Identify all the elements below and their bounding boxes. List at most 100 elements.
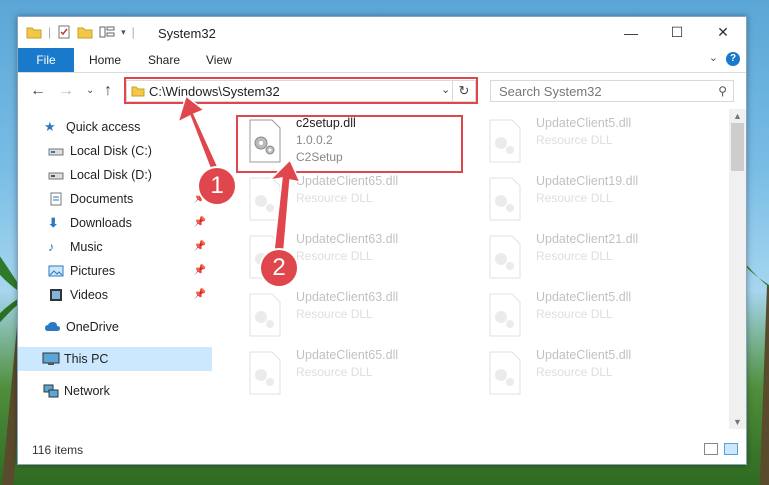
file-name: UpdateClient63.dll <box>296 232 399 246</box>
file-name: UpdateClient5.dll <box>536 290 632 304</box>
file-item[interactable]: UpdateClient5.dll Resource DLL <box>478 345 708 407</box>
pin-icon[interactable]: 📌 <box>194 265 206 276</box>
folder-icon[interactable] <box>26 25 42 39</box>
pin-icon[interactable]: 📌 <box>194 241 206 252</box>
sidebar-item-label: Network <box>64 384 110 398</box>
ribbon-tabs: File Home Share View ⌄ ? <box>18 48 746 73</box>
file-description: Resource DLL <box>296 249 373 263</box>
sidebar-item-local-disk-c[interactable]: Local Disk (C:) <box>18 139 212 163</box>
file-item[interactable]: UpdateClient21.dll Resource DLL <box>478 229 708 291</box>
dll-file-icon <box>489 235 521 279</box>
computer-icon <box>42 352 60 366</box>
download-icon: ⬇ <box>48 216 59 230</box>
tab-file[interactable]: File <box>18 48 74 72</box>
tab-view[interactable]: View <box>206 48 232 72</box>
new-folder-icon[interactable] <box>77 25 93 39</box>
sidebar-item-label: Quick access <box>66 120 141 134</box>
dll-file-icon <box>489 293 521 337</box>
address-bar-highlight <box>124 77 478 104</box>
scrollbar-thumb[interactable] <box>731 123 744 171</box>
window-title: System32 <box>158 26 216 41</box>
dll-file-icon <box>489 351 521 395</box>
file-name: UpdateClient5.dll <box>536 348 632 362</box>
dll-file-icon <box>489 177 521 221</box>
item-count: 116 items <box>32 443 84 457</box>
file-name: UpdateClient19.dll <box>536 174 639 188</box>
file-item[interactable]: UpdateClient65.dll Resource DLL <box>238 171 468 233</box>
tab-share[interactable]: Share <box>148 48 180 72</box>
close-button[interactable]: ✕ <box>700 17 746 48</box>
network-icon <box>42 384 59 398</box>
search-placeholder: Search System32 <box>499 84 602 99</box>
drive-icon <box>48 144 64 158</box>
help-button[interactable]: ? <box>726 52 740 66</box>
cloud-icon <box>44 320 60 334</box>
file-item[interactable]: UpdateClient5.dll Resource DLL <box>478 287 708 349</box>
recent-locations-icon[interactable]: ⌄ <box>86 85 94 96</box>
sidebar-item-label: Videos <box>70 288 108 302</box>
sidebar-item-documents[interactable]: Documents 📌 <box>18 187 212 211</box>
file-name: UpdateClient21.dll <box>536 232 639 246</box>
sidebar-item-label: Downloads <box>70 216 132 230</box>
star-icon: ★ <box>44 119 56 134</box>
sidebar-item-quick-access[interactable]: ★ Quick access <box>18 115 212 139</box>
scroll-down-icon[interactable]: ▼ <box>733 417 742 427</box>
search-input[interactable]: Search System32 ⚲ <box>490 80 734 102</box>
properties-icon[interactable] <box>57 25 71 39</box>
sidebar-item-this-pc[interactable]: This PC <box>18 347 212 371</box>
scroll-up-icon[interactable]: ▲ <box>733 111 742 121</box>
step-1-badge: 1 <box>197 166 237 206</box>
step-2-badge: 2 <box>259 248 299 288</box>
file-name: UpdateClient65.dll <box>296 174 399 188</box>
file-item[interactable]: UpdateClient65.dll Resource DLL <box>238 345 468 407</box>
dll-file-icon <box>249 351 281 395</box>
forward-arrow-icon[interactable]: → <box>58 82 74 100</box>
file-description: Resource DLL <box>296 365 373 379</box>
vertical-scrollbar[interactable]: ▲ ▼ <box>729 109 746 429</box>
dll-file-icon <box>249 177 281 221</box>
pin-icon[interactable]: 📌 <box>194 289 206 300</box>
maximize-button[interactable]: ☐ <box>654 17 700 48</box>
file-item[interactable]: UpdateClient19.dll Resource DLL <box>478 171 708 233</box>
file-item[interactable]: UpdateClient5.dll Resource DLL <box>478 113 708 175</box>
file-description: Resource DLL <box>536 249 613 263</box>
details-view-icon[interactable] <box>704 443 718 455</box>
layout-icon[interactable] <box>99 25 115 39</box>
file-name: UpdateClient5.dll <box>536 116 632 130</box>
quick-access-toolbar: | ▾ | <box>26 25 135 39</box>
sidebar-item-local-disk-d[interactable]: Local Disk (D:) <box>18 163 212 187</box>
pin-icon[interactable]: 📌 <box>194 217 206 228</box>
sidebar-item-label: Pictures <box>70 264 116 278</box>
status-bar: 116 items <box>18 434 746 464</box>
sidebar-item-downloads[interactable]: ⬇ Downloads 📌 <box>18 211 212 235</box>
file-highlight <box>236 115 463 173</box>
minimize-button[interactable]: — <box>608 17 654 48</box>
back-arrow-icon[interactable]: ← <box>30 82 46 100</box>
documents-icon <box>48 192 64 206</box>
videos-icon <box>48 288 64 302</box>
file-description: Resource DLL <box>296 307 373 321</box>
file-name: UpdateClient63.dll <box>296 290 399 304</box>
sidebar-item-label: Documents <box>70 192 134 206</box>
sidebar-item-label: Local Disk (C:) <box>70 144 152 158</box>
up-arrow-icon[interactable]: ↑ <box>104 82 112 100</box>
file-description: Resource DLL <box>536 365 613 379</box>
music-icon: ♪ <box>48 240 55 254</box>
dll-file-icon <box>489 119 521 163</box>
expand-ribbon-icon[interactable]: ⌄ <box>709 51 718 64</box>
sidebar-item-pictures[interactable]: Pictures 📌 <box>18 259 212 283</box>
file-item[interactable]: UpdateClient63.dll Resource DLL <box>238 287 468 349</box>
large-icons-view-icon[interactable] <box>724 443 738 455</box>
sidebar-item-label: This PC <box>64 352 109 366</box>
file-name: UpdateClient65.dll <box>296 348 399 362</box>
tab-home[interactable]: Home <box>89 48 121 72</box>
sidebar-item-onedrive[interactable]: OneDrive <box>18 315 212 339</box>
sidebar-item-network[interactable]: Network <box>18 379 212 403</box>
title-bar: | ▾ | System32 — ☐ ✕ <box>18 17 746 48</box>
sidebar-item-label: OneDrive <box>66 320 119 334</box>
sidebar-item-videos[interactable]: Videos 📌 <box>18 283 212 307</box>
customize-toolbar-icon[interactable]: ▾ <box>121 27 126 38</box>
drive-icon <box>48 168 64 182</box>
sidebar-item-label: Local Disk (D:) <box>70 168 152 182</box>
sidebar-item-music[interactable]: ♪ Music 📌 <box>18 235 212 259</box>
